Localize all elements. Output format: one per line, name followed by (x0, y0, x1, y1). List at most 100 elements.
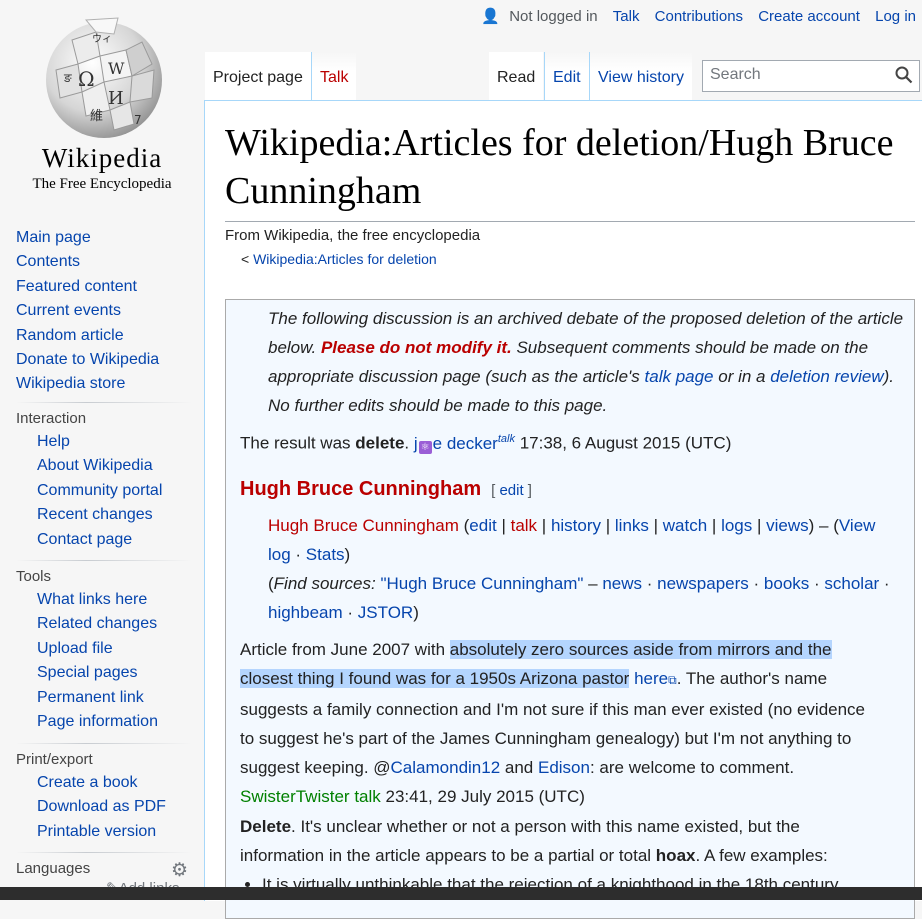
print-portal: Print/export Create a book Download as P… (16, 743, 192, 844)
svg-text:維: 維 (90, 109, 103, 124)
nav-contact-page[interactable]: Contact page (37, 531, 132, 548)
tab-talk[interactable]: Talk (311, 52, 357, 100)
nom-text: and (500, 758, 538, 777)
notice-text: or in a (713, 367, 771, 386)
result-line: The result was delete. j ⚛ e deckertalk 17… (240, 424, 880, 458)
source-scholar[interactable]: scholar (824, 574, 879, 593)
namespace-tabs: Project page Talk (205, 52, 361, 100)
nav-recent-changes[interactable]: Recent changes (37, 506, 153, 523)
result-text: The result was (240, 433, 356, 453)
nav-special-pages[interactable]: Special pages (37, 664, 138, 681)
svg-text:W: W (108, 59, 125, 78)
ping-calamondin12[interactable]: Calamondin12 (391, 758, 501, 777)
source-jstor[interactable]: JSTOR (358, 603, 413, 622)
nav-store[interactable]: Wikipedia store (16, 375, 125, 392)
result-timestamp: 17:38, 6 August 2015 (UTC) (514, 433, 732, 453)
delete-text: . A few examples: (695, 846, 828, 865)
nav-random-article[interactable]: Random article (16, 327, 124, 344)
ping-edison[interactable]: Edison (538, 758, 590, 777)
window-bottom-edge (0, 887, 922, 900)
personal-tools: 👤 Not logged in Talk Contributions Creat… (481, 6, 916, 28)
here-label: here (634, 669, 669, 688)
divider (16, 852, 192, 853)
tool-edit[interactable]: edit (469, 516, 496, 535)
tab-edit-label: Edit (553, 69, 581, 86)
talk-page-link[interactable]: talk page (645, 367, 714, 386)
source-newspapers[interactable]: newspapers (657, 574, 749, 593)
nav-current-events[interactable]: Current events (16, 302, 121, 319)
nav-printable-version[interactable]: Printable version (37, 823, 156, 840)
nom-timestamp: 23:41, 29 July 2015 (UTC) (380, 787, 585, 806)
tab-read-label: Read (497, 69, 536, 86)
tab-edit[interactable]: Edit (544, 52, 589, 100)
signer-link[interactable]: SwisterTwister (240, 787, 350, 806)
nav-related-changes[interactable]: Related changes (37, 615, 157, 632)
section-edit-link[interactable]: edit (499, 482, 523, 499)
closer-user-link[interactable]: j ⚛ e decker (414, 434, 498, 454)
hoax-term: hoax (655, 846, 696, 865)
tool-talk[interactable]: talk (511, 516, 537, 535)
view-tabs: Read Edit View history (489, 52, 694, 100)
svg-text:ङ: ङ (63, 71, 72, 85)
source-books[interactable]: books (764, 574, 809, 593)
nav-help[interactable]: Help (37, 433, 70, 450)
nav-contents[interactable]: Contents (16, 253, 80, 270)
tool-watch[interactable]: watch (663, 516, 707, 535)
external-link-icon: ⧉ (668, 673, 677, 687)
tool-views[interactable]: views (766, 516, 809, 535)
talk-link[interactable]: Talk (613, 8, 640, 25)
article-link[interactable]: Hugh Bruce Cunningham (268, 516, 459, 535)
query-link[interactable]: "Hugh Bruce Cunningham" (380, 574, 583, 593)
wikipedia-globe-icon: Ω W И 維 7 ङ ウィ (46, 17, 162, 138)
tab-read[interactable]: Read (489, 52, 544, 100)
nav-donate[interactable]: Donate to Wikipedia (16, 351, 159, 368)
divider (16, 560, 192, 561)
nav-permanent-link[interactable]: Permanent link (37, 689, 144, 706)
breadcrumb-link[interactable]: Wikipedia:Articles for deletion (253, 251, 437, 267)
source-highbeam[interactable]: highbeam (268, 603, 343, 622)
tool-links[interactable]: links (615, 516, 649, 535)
user-icon: 👤 (481, 8, 501, 25)
search-icon[interactable] (895, 66, 913, 84)
nav-upload-file[interactable]: Upload file (37, 640, 113, 657)
nav-download-pdf[interactable]: Download as PDF (37, 798, 166, 815)
contributions-link[interactable]: Contributions (655, 8, 743, 25)
log-in-link[interactable]: Log in (875, 8, 916, 25)
result-text: . (404, 433, 414, 453)
closer-talk-link[interactable]: talk (498, 433, 515, 445)
create-account-link[interactable]: Create account (758, 8, 860, 25)
source-news[interactable]: news (602, 574, 642, 593)
signer-talk-link[interactable]: talk (354, 787, 380, 806)
tab-talk-label: Talk (320, 69, 349, 86)
interaction-heading: Interaction (16, 410, 87, 427)
delete-comment: Delete. It's unclear whether or not a pe… (240, 812, 880, 899)
nav-create-book[interactable]: Create a book (37, 774, 138, 791)
page-title: Wikipedia:Articles for deletion/Hugh Bru… (225, 119, 915, 222)
tab-project-page[interactable]: Project page (205, 52, 311, 100)
nav-page-information[interactable]: Page information (37, 713, 158, 730)
nav-community-portal[interactable]: Community portal (37, 482, 162, 499)
interaction-portal: Interaction Help About Wikipedia Communi… (16, 402, 192, 552)
nav-what-links-here[interactable]: What links here (37, 591, 147, 608)
wordmark: Wikipedia (41, 143, 163, 173)
stats-link[interactable]: Stats (306, 545, 345, 564)
languages-portal: Languages ⚙ ✎Add links (16, 852, 192, 897)
tool-history[interactable]: history (551, 516, 601, 535)
tab-view-history[interactable]: View history (589, 52, 692, 100)
nav-main-page[interactable]: Main page (16, 229, 91, 246)
svg-text:ウィ: ウィ (92, 33, 112, 45)
deletion-review-link[interactable]: deletion review (770, 367, 883, 386)
nav-about[interactable]: About Wikipedia (37, 457, 153, 474)
svg-text:Ω: Ω (78, 67, 95, 91)
tagline: The Free Encyclopedia (32, 176, 172, 192)
tools-portal: Tools What links here Related changes Up… (16, 560, 192, 734)
nomination-comment: Article from June 2007 with absolutely z… (240, 635, 880, 811)
here-link[interactable]: here⧉ (634, 669, 677, 688)
tool-logs[interactable]: logs (721, 516, 752, 535)
nav-featured-content[interactable]: Featured content (16, 278, 137, 295)
search-input[interactable]: Search (702, 60, 920, 92)
search-placeholder: Search (710, 66, 761, 83)
divider (16, 402, 192, 403)
wikipedia-logo[interactable]: Ω W И 維 7 ङ ウィ Wikipedia The Free Encycl… (0, 0, 204, 200)
tab-view-history-label: View history (598, 69, 684, 86)
